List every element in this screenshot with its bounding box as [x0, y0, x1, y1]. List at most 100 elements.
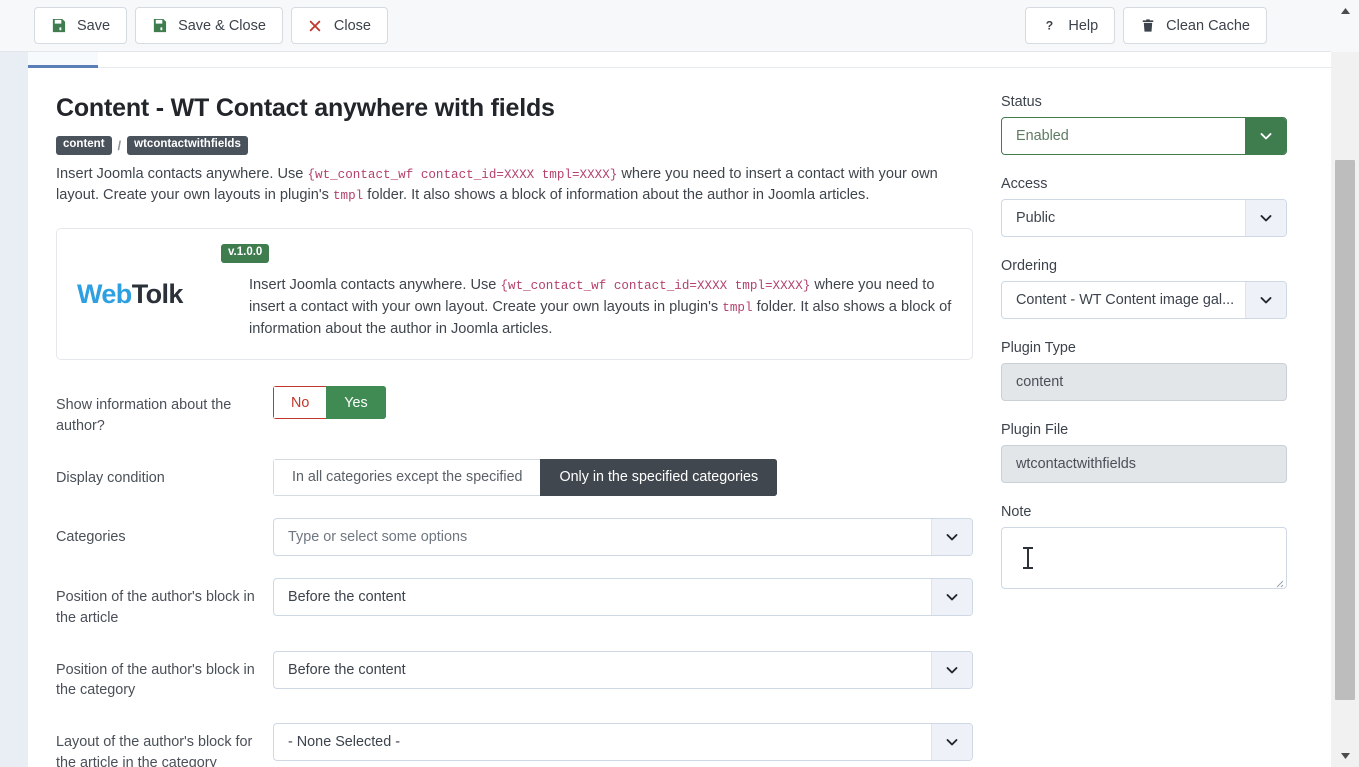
field-display-condition-label: Display condition [56, 469, 165, 486]
x-icon [308, 18, 323, 33]
plugin-info-card: v.1.0.0 WebTolk Insert Joomla contacts a… [56, 228, 973, 361]
logo-part-web: Web [77, 279, 132, 310]
page-title: Content - WT Contact anywhere with field… [56, 94, 555, 122]
field-position-article-label: Position of the author's block in the ar… [56, 588, 255, 626]
field-position-category: Position of the author's block in the ca… [56, 650, 973, 702]
desc-code-tmpl: tmpl [332, 188, 364, 203]
version-badge: v.1.0.0 [221, 244, 270, 263]
save-button-label: Save [77, 17, 111, 34]
desc-code-shortcode: {wt_contact_wf contact_id=XXXX tmpl=XXXX… [307, 167, 618, 182]
field-layout-article-in-category-label: Layout of the author's block for the art… [56, 734, 253, 767]
plugin-type-readonly-value: content [1001, 363, 1287, 401]
field-categories-label: Categories [56, 528, 126, 545]
chevron-down-icon[interactable] [931, 518, 972, 555]
status-value: Enabled [1016, 128, 1069, 144]
layout-article-in-category-select[interactable]: - None Selected - [273, 723, 973, 762]
tab-active-indicator[interactable] [28, 52, 98, 68]
chevron-down-icon[interactable] [931, 724, 972, 761]
note-label: Note [1001, 504, 1032, 520]
svg-text:?: ? [1046, 19, 1053, 33]
help-button[interactable]: ? Help [1025, 7, 1116, 44]
main-column: Content - WT Contact anywhere with field… [28, 94, 973, 767]
sidebar-panel: Status Enabled Access Public Ordering Co… [973, 94, 1303, 767]
info-part-1: Insert Joomla contacts anywhere. Use [249, 277, 501, 294]
sidebar-field-plugin-type: Plugin Type content [1001, 340, 1303, 401]
field-categories: Categories Type or select some options [56, 517, 973, 556]
ordering-select[interactable]: Content - WT Content image gal... [1001, 281, 1287, 319]
breadcrumb: content / wtcontactwithfields [56, 136, 973, 155]
badge-plugin-file: wtcontactwithfields [127, 136, 248, 155]
position-category-value: Before the content [288, 661, 406, 678]
page-description: Insert Joomla contacts anywhere. Use {wt… [56, 164, 961, 207]
floppy-disk-icon [51, 18, 66, 33]
ordering-value: Content - WT Content image gal... [1016, 292, 1235, 308]
field-layout-article-in-category: Layout of the author's block for the art… [56, 723, 973, 767]
info-code-shortcode: {wt_contact_wf contact_id=XXXX tmpl=XXXX… [500, 279, 811, 294]
question-mark-icon: ? [1042, 18, 1057, 33]
toolbar-right-group: ? Help Clean Cache [1025, 7, 1267, 44]
toolbar-left-group: Save Save & Close Close [34, 7, 388, 44]
clean-cache-button[interactable]: Clean Cache [1123, 7, 1267, 44]
floppy-disk-icon [152, 18, 167, 33]
sidebar-field-ordering: Ordering Content - WT Content image gal.… [1001, 258, 1303, 319]
plugin-info-text: Insert Joomla contacts anywhere. Use {wt… [249, 245, 952, 341]
ordering-label: Ordering [1001, 258, 1057, 274]
access-label: Access [1001, 176, 1048, 192]
resize-grip-icon[interactable] [1272, 575, 1284, 588]
scroll-up-arrow-icon[interactable] [1331, 2, 1359, 20]
display-condition-option-all-except[interactable]: In all categories except the specified [273, 458, 541, 496]
scrollbar-thumb[interactable] [1335, 160, 1355, 700]
chevron-down-icon[interactable] [1245, 200, 1286, 236]
plugin-type-label: Plugin Type [1001, 340, 1076, 356]
field-position-article: Position of the author's block in the ar… [56, 577, 973, 629]
access-value: Public [1016, 210, 1056, 226]
desc-part-3: folder. It also shows a block of informa… [363, 186, 870, 203]
toolbar: Save Save & Close Close ? Help Clean Cac… [0, 0, 1331, 52]
left-rail [0, 52, 28, 767]
layout-article-in-category-value: - None Selected - [288, 734, 400, 751]
field-show-author-label: Show information about the author? [56, 397, 232, 434]
desc-part-1: Insert Joomla contacts anywhere. Use [56, 165, 308, 182]
show-author-option-yes[interactable]: Yes [326, 386, 386, 420]
display-condition-toggle: In all categories except the specified O… [273, 458, 778, 496]
save-button[interactable]: Save [34, 7, 128, 44]
save-and-close-button-label: Save & Close [178, 17, 266, 34]
scroll-down-arrow-icon[interactable] [1331, 747, 1359, 765]
status-label: Status [1001, 94, 1042, 110]
position-category-select[interactable]: Before the content [273, 650, 973, 689]
badge-plugin-type: content [56, 136, 112, 155]
status-select[interactable]: Enabled [1001, 117, 1287, 155]
categories-select[interactable]: Type or select some options [273, 517, 973, 556]
trash-icon [1140, 18, 1155, 33]
sidebar-field-plugin-file: Plugin File wtcontactwithfields [1001, 422, 1303, 483]
save-and-close-button[interactable]: Save & Close [135, 7, 283, 44]
two-column-layout: Content - WT Contact anywhere with field… [28, 68, 1331, 767]
position-article-value: Before the content [288, 588, 406, 605]
sidebar-field-note: Note [1001, 504, 1303, 589]
breadcrumb-separator: / [117, 137, 122, 153]
categories-placeholder: Type or select some options [288, 528, 468, 545]
field-position-category-label: Position of the author's block in the ca… [56, 661, 255, 699]
content-canvas: Content - WT Contact anywhere with field… [28, 68, 1331, 767]
chevron-down-icon[interactable] [931, 578, 972, 615]
plugin-edit-screen: Save Save & Close Close ? Help Clean Cac… [0, 0, 1359, 767]
chevron-down-icon[interactable] [931, 651, 972, 688]
position-article-select[interactable]: Before the content [273, 577, 973, 616]
sidebar-field-access: Access Public [1001, 176, 1303, 237]
page-scrollbar[interactable] [1331, 0, 1359, 767]
tab-strip [28, 52, 1331, 68]
close-button-label: Close [333, 17, 371, 34]
display-condition-option-only-specified[interactable]: Only in the specified categories [540, 458, 778, 496]
logo-part-tolk: Tolk [131, 279, 184, 310]
chevron-down-icon[interactable] [1245, 282, 1286, 318]
sidebar-field-status: Status Enabled [1001, 94, 1303, 155]
plugin-file-label: Plugin File [1001, 422, 1069, 438]
note-textarea[interactable] [1001, 527, 1287, 589]
show-author-option-no[interactable]: No [273, 386, 327, 420]
show-author-toggle: No Yes [273, 386, 386, 420]
help-button-label: Help [1068, 17, 1099, 34]
close-button[interactable]: Close [290, 7, 388, 44]
plugin-file-readonly-value: wtcontactwithfields [1001, 445, 1287, 483]
chevron-down-icon[interactable] [1245, 118, 1286, 154]
access-select[interactable]: Public [1001, 199, 1287, 237]
